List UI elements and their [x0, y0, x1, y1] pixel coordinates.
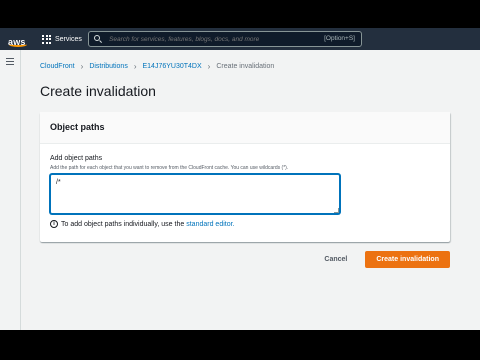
- aws-console-screen: aws Services [Option+S]: [0, 28, 480, 330]
- object-paths-panel: Object paths Add object paths Add the pa…: [40, 112, 450, 242]
- cancel-button[interactable]: Cancel: [318, 251, 353, 268]
- info-icon: i: [50, 220, 58, 228]
- breadcrumb-distributions[interactable]: Distributions: [89, 63, 128, 70]
- field-label: Add object paths: [50, 155, 103, 162]
- field-description: Add the path for each object that you wa…: [50, 165, 289, 171]
- services-label: Services: [55, 35, 82, 43]
- chevron-right-icon: ›: [80, 62, 84, 71]
- search-input[interactable]: [109, 35, 319, 43]
- create-invalidation-button[interactable]: Create invalidation: [365, 251, 450, 268]
- top-navigation: aws Services [Option+S]: [0, 28, 480, 50]
- breadcrumb: CloudFront › Distributions › E14J76YU30T…: [40, 62, 274, 71]
- menu-icon[interactable]: [6, 58, 14, 66]
- search-shortcut-hint: [Option+S]: [324, 35, 355, 42]
- aws-logo[interactable]: aws: [8, 32, 30, 47]
- search-box[interactable]: [Option+S]: [88, 31, 362, 47]
- panel-title: Object paths: [40, 112, 450, 144]
- info-row: i To add object paths individually, use …: [50, 220, 235, 228]
- services-menu-button[interactable]: Services: [42, 33, 82, 45]
- page-title: Create invalidation: [40, 83, 156, 99]
- breadcrumb-cloudfront[interactable]: CloudFront: [40, 63, 75, 70]
- breadcrumb-current: Create invalidation: [216, 63, 275, 70]
- chevron-right-icon: ›: [207, 62, 211, 71]
- form-actions: Cancel Create invalidation: [318, 251, 450, 268]
- info-text: To add object paths individually, use th…: [61, 220, 185, 228]
- sidebar-divider: [20, 50, 21, 330]
- chevron-right-icon: ›: [133, 62, 137, 71]
- video-frame: aws Services [Option+S]: [0, 0, 480, 360]
- grid-icon: [42, 34, 51, 44]
- standard-editor-link[interactable]: standard editor.: [186, 221, 234, 228]
- aws-smile-icon: [9, 42, 27, 47]
- search-icon: [94, 34, 103, 44]
- breadcrumb-distribution-id[interactable]: E14J76YU30T4DX: [143, 63, 202, 70]
- resize-handle-icon[interactable]: [334, 208, 339, 213]
- object-paths-textarea[interactable]: /*: [50, 174, 340, 214]
